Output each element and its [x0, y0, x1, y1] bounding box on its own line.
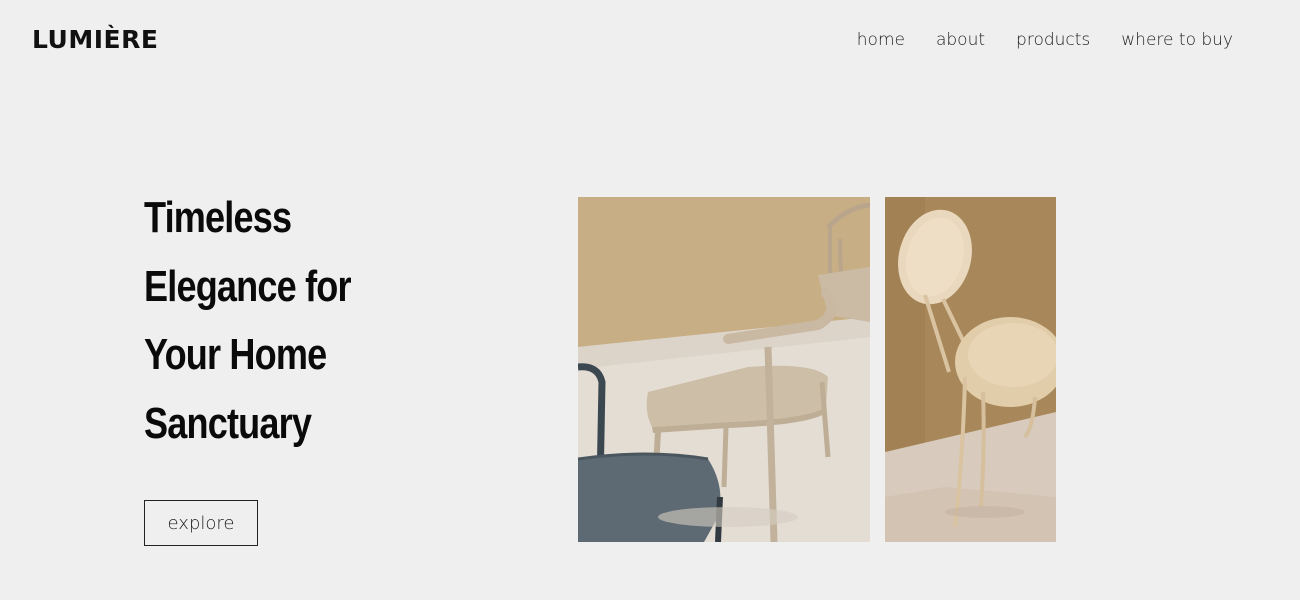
nav-item-about[interactable]: about [936, 28, 985, 52]
nav-item-where-to-buy[interactable]: where to buy [1121, 28, 1233, 52]
brand-logo[interactable]: LUMIÈRE [32, 24, 158, 56]
nav-item-products[interactable]: products [1016, 28, 1090, 52]
hero-headline: Timeless Elegance for Your Home Sanctuar… [144, 184, 406, 458]
headline-line: Timeless [144, 193, 292, 242]
headline-line: Elegance for [144, 261, 352, 311]
main-nav: home about products where to buy [857, 28, 1233, 52]
explore-button[interactable]: explore [144, 500, 258, 546]
chairs-photo [578, 197, 870, 542]
headline-line: Sanctuary [144, 398, 312, 448]
nav-item-home[interactable]: home [857, 28, 905, 52]
chair-photo [885, 197, 1056, 542]
headline-line: Your Home [144, 330, 327, 379]
